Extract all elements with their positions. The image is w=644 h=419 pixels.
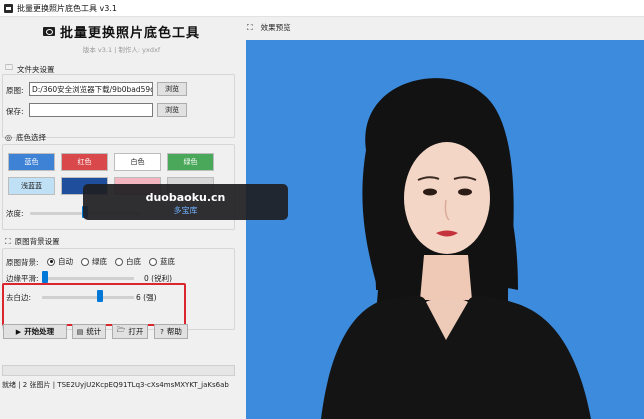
portrait-illustration xyxy=(321,78,591,419)
radio-blue-dot xyxy=(149,257,157,266)
radio-auto-label: 自动 xyxy=(58,257,73,266)
start-button[interactable]: ▶ 开始处理 xyxy=(3,324,67,339)
help-icon: ? xyxy=(160,327,164,336)
bg-source-label: 原图背景: xyxy=(6,258,39,267)
app-header: 批量更换照片底色工具 版本 v3.1 | 制作人: yxdxf xyxy=(0,22,243,54)
bg-section-label: ⛶ 原图背景设置 xyxy=(5,236,60,247)
progress-bar xyxy=(2,365,235,376)
trim-slider-track[interactable] xyxy=(42,296,134,299)
color-section-label: ◎ 底色选择 xyxy=(5,132,46,143)
page-title-text: 批量更换照片底色工具 xyxy=(59,26,200,41)
preview-icon: ⛶ xyxy=(247,22,253,32)
radio-white-label: 白底 xyxy=(126,257,141,266)
swatch-red[interactable]: 红色 xyxy=(61,153,108,171)
palette-icon: ◎ xyxy=(5,133,12,142)
radio-green-dot xyxy=(81,257,89,266)
radio-white[interactable]: 白底 xyxy=(115,256,141,267)
preview-panel: ⛶ 效果预览 xyxy=(243,18,644,419)
trim-value: 6 (强) xyxy=(136,293,157,302)
trim-slider-thumb[interactable] xyxy=(97,290,104,302)
highlight-annotation xyxy=(2,283,186,326)
window-title: 批量更换照片底色工具 v3.1 xyxy=(17,3,117,13)
preview-title: 效果预览 xyxy=(260,23,291,32)
trim-label: 去白边: xyxy=(6,293,32,302)
radio-blue[interactable]: 蓝底 xyxy=(149,256,175,267)
save-browse-button[interactable]: 浏览 xyxy=(157,103,187,117)
open-button-label: 打开 xyxy=(128,327,144,336)
help-button-label: 帮助 xyxy=(166,327,182,336)
swatch-light-blue[interactable]: 浅蓝蓝 xyxy=(8,177,55,195)
watermark-domain: duobaoku.cn xyxy=(145,191,226,204)
bg-section-title: 原图背景设置 xyxy=(14,237,60,246)
version-subtitle: 版本 v3.1 | 制作人: yxdxf xyxy=(82,46,161,54)
start-button-label: 开始处理 xyxy=(24,327,55,336)
radio-green[interactable]: 绿底 xyxy=(81,256,107,267)
opacity-label: 浓度: xyxy=(6,209,24,218)
window-titlebar: 批量更换照片底色工具 v3.1 xyxy=(0,0,644,17)
stats-button-label: 统计 xyxy=(86,327,102,336)
preview-image xyxy=(246,40,644,419)
stats-button[interactable]: ▤ 统计 xyxy=(72,324,106,339)
smooth-label: 边缘平滑: xyxy=(6,274,39,283)
color-section-title: 底色选择 xyxy=(15,133,46,142)
open-button[interactable]: 🗁 打开 xyxy=(112,324,148,339)
app-icon xyxy=(4,3,13,13)
radio-blue-label: 蓝底 xyxy=(160,257,175,266)
source-label: 原图: xyxy=(6,86,24,95)
preview-header: ⛶ 效果预览 xyxy=(247,22,291,33)
radio-green-label: 绿底 xyxy=(92,257,107,266)
radio-auto-dot xyxy=(47,257,55,266)
help-button[interactable]: ? 帮助 xyxy=(154,324,188,339)
radio-auto[interactable]: 自动 xyxy=(47,256,73,267)
radio-white-dot xyxy=(115,257,123,266)
smooth-slider-track[interactable] xyxy=(42,277,134,280)
folder-section-title: 文件夹设置 xyxy=(17,64,55,74)
image-icon: ⛶ xyxy=(5,236,11,246)
source-path-input[interactable]: D:/360安全浏览器下载/9b0bad59d xyxy=(29,82,153,96)
source-browse-button[interactable]: 浏览 xyxy=(157,82,187,96)
swatch-green[interactable]: 绿色 xyxy=(167,153,214,171)
swatch-blue[interactable]: 蓝色 xyxy=(8,153,55,171)
smooth-slider-thumb[interactable] xyxy=(42,271,48,283)
save-label: 保存: xyxy=(6,107,24,116)
play-icon: ▶ xyxy=(15,327,22,336)
folder-open-icon: 🗁 xyxy=(116,326,126,334)
watermark-banner: duobaoku.cn 多宝库 xyxy=(83,184,288,220)
smooth-value: 0 (锐利) xyxy=(144,274,173,283)
page-title: 批量更换照片底色工具 xyxy=(42,22,200,41)
status-bar: 就绪 | 2 张图片 | TSE2UyjU2KcpEQ91TLq3-cXs4ms… xyxy=(2,381,229,389)
swatch-white[interactable]: 白色 xyxy=(114,153,161,171)
save-path-input[interactable] xyxy=(29,103,153,117)
chart-icon: ▤ xyxy=(76,327,84,336)
camera-icon xyxy=(42,27,55,36)
watermark-site-name: 多宝库 xyxy=(173,206,198,215)
